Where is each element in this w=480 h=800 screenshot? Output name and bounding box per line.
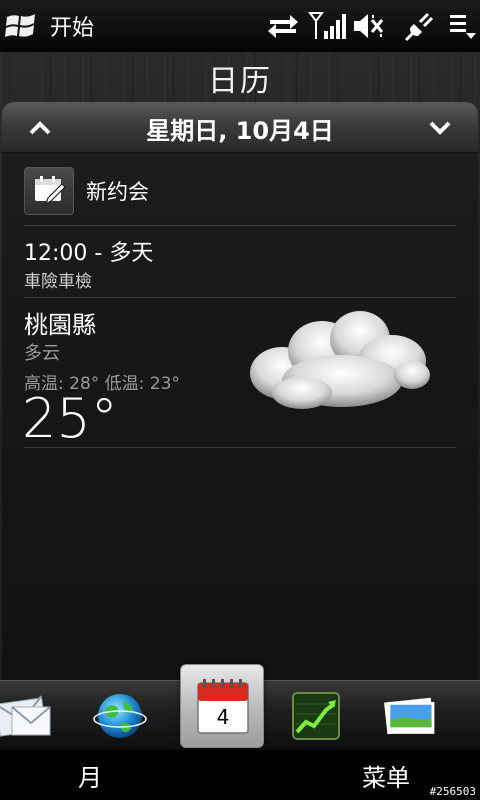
appointment-time: 12:00 - 多天 <box>24 241 154 266</box>
calendar-day-number: 4 <box>216 705 230 729</box>
weather-city: 桃園縣 <box>24 311 96 339</box>
page-title: 日历 <box>208 64 272 99</box>
watermark: #256503 <box>429 785 476 798</box>
new-appointment-icon <box>24 167 74 215</box>
windows-flag-icon <box>4 11 40 41</box>
menu-icon[interactable] <box>448 10 478 42</box>
new-appointment-button[interactable]: 新约会 <box>24 167 149 215</box>
softkey-bar: 月 菜单 #256503 <box>0 750 480 800</box>
data-sync-icon[interactable] <box>266 10 300 42</box>
next-day-chevron-down-icon[interactable] <box>426 116 454 140</box>
mail-icon[interactable] <box>0 689 54 743</box>
signal-strength-icon[interactable] <box>308 10 348 42</box>
current-date[interactable]: 星期日, 10月4日 <box>2 111 478 146</box>
softkey-month-button[interactable]: 月 <box>78 758 102 793</box>
divider <box>24 225 456 226</box>
softkey-menu-button[interactable]: 菜单 <box>362 758 410 793</box>
stocks-icon[interactable] <box>286 689 346 743</box>
speaker-mute-icon[interactable] <box>352 10 386 42</box>
calendar-panel: 星期日, 10月4日 新约会 12:00 - 多天 車險車檢 桃園縣 多云 高温… <box>2 102 478 680</box>
start-button[interactable]: 开始 <box>4 10 94 42</box>
power-plug-icon[interactable] <box>404 10 436 42</box>
status-bar: 开始 <box>0 0 480 52</box>
divider <box>24 447 456 448</box>
cloud-icon <box>242 303 442 423</box>
appointment-subject: 車險車檢 <box>24 272 92 292</box>
new-appointment-label: 新约会 <box>86 180 149 204</box>
weather-temperature: 25° <box>22 387 118 450</box>
divider <box>24 297 456 298</box>
calendar-dock-active-tab[interactable]: 4 <box>180 664 264 748</box>
date-bar: 星期日, 10月4日 <box>2 103 478 153</box>
internet-globe-icon[interactable] <box>90 689 150 743</box>
photos-icon[interactable] <box>380 689 440 743</box>
start-label: 开始 <box>50 16 95 41</box>
weather-condition: 多云 <box>24 343 60 364</box>
